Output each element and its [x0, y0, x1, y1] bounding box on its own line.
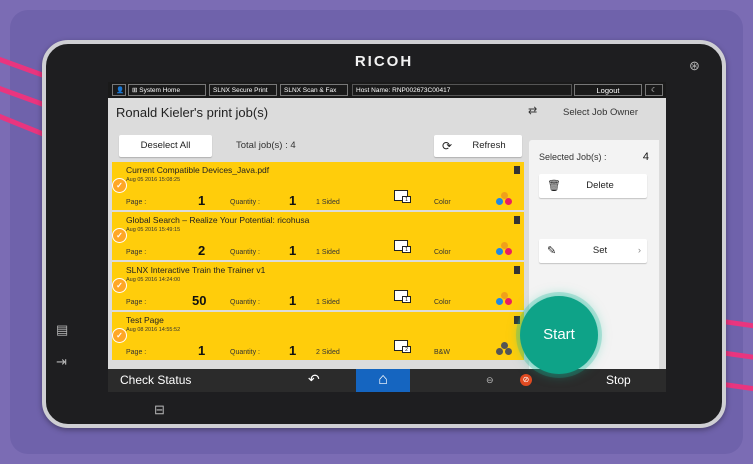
page-label: Page :: [126, 199, 147, 206]
refresh-icon: ⟳: [442, 139, 453, 153]
job-row[interactable]: ✓ SLNX Interactive Train the Trainer v1 …: [112, 262, 524, 310]
color-mode: Color: [434, 199, 451, 206]
set-button[interactable]: ✎ Set ›: [539, 239, 647, 263]
quantity-value: 1: [289, 343, 297, 358]
page-icon: 1: [402, 296, 411, 303]
chevron-right-icon: ›: [637, 245, 641, 256]
check-icon[interactable]: ✓: [112, 178, 127, 193]
color-dots-icon: [496, 242, 514, 256]
tray-icon[interactable]: ⊟: [154, 402, 165, 418]
job-row[interactable]: ✓ Current Compatible Devices_Java.pdf Au…: [112, 162, 524, 210]
deselect-all-button[interactable]: Deselect All: [119, 135, 212, 157]
select-owner-button[interactable]: Select Job Owner: [563, 107, 638, 118]
bottom-bar: Check Status ↶ ⌂ ⊖ ⊘ Stop: [108, 369, 666, 392]
page-icon: 2: [402, 346, 411, 353]
logout-button[interactable]: Logout: [574, 84, 642, 96]
sides-label: 1 Sided: [316, 249, 340, 256]
counter-icon[interactable]: ▤: [56, 322, 68, 338]
selected-jobs-count: 4: [642, 151, 649, 163]
sides-label: 1 Sided: [316, 199, 340, 206]
back-icon[interactable]: ↶: [308, 371, 320, 388]
secure-print-tab[interactable]: SLNX Secure Print: [209, 84, 277, 96]
trash-bin-icon: [514, 266, 520, 274]
job-name: Current Compatible Devices_Java.pdf: [126, 165, 270, 175]
quantity-value: 1: [289, 243, 297, 258]
quantity-label: Quantity :: [230, 349, 260, 356]
trash-bin-icon: [514, 216, 520, 224]
job-name: SLNX Interactive Train the Trainer v1: [126, 265, 266, 275]
refresh-label: Refresh: [472, 140, 506, 151]
refresh-button[interactable]: ⟳ Refresh: [434, 135, 522, 157]
scan-fax-tab[interactable]: SLNX Scan & Fax: [280, 84, 348, 96]
job-date: Aug 05 2016 15:49:15: [126, 227, 181, 233]
quantity-label: Quantity :: [230, 249, 260, 256]
page-count: 1: [198, 193, 206, 208]
data-icon: ⊖: [486, 375, 494, 385]
trash-bin-icon: [514, 316, 520, 324]
login-icon[interactable]: ⇥: [56, 354, 67, 370]
system-home-button[interactable]: ⊞ System Home: [128, 84, 206, 96]
page-label: Page :: [126, 299, 147, 306]
quantity-value: 1: [289, 293, 297, 308]
page-count: 50: [192, 293, 207, 308]
page-label: Page :: [126, 249, 147, 256]
system-home-label: System Home: [139, 87, 181, 94]
page-title: Ronald Kieler's print job(s): [116, 105, 269, 120]
job-date: Aug 05 2016 14:24:00: [126, 277, 181, 283]
job-list: ✓ Current Compatible Devices_Java.pdf Au…: [112, 162, 524, 362]
color-dots-icon: [496, 292, 514, 306]
page-icon: 1: [402, 246, 411, 253]
check-status-button[interactable]: Check Status: [120, 373, 191, 387]
bw-dots-icon: [496, 342, 514, 356]
sides-label: 2 Sided: [316, 349, 340, 356]
check-icon[interactable]: ✓: [112, 228, 127, 243]
home-icon[interactable]: ⌂: [356, 369, 410, 392]
edit-icon: ✎: [547, 245, 557, 257]
trash-icon: 🗑: [547, 180, 561, 192]
swap-owner-icon[interactable]: ⇄: [528, 104, 537, 117]
stop-icon[interactable]: ⊘: [520, 374, 532, 386]
page-count: 1: [198, 343, 206, 358]
color-mode: B&W: [434, 349, 450, 356]
start-button[interactable]: Start: [520, 296, 598, 374]
page-icon: 1: [402, 196, 411, 203]
quantity-label: Quantity :: [230, 199, 260, 206]
brand-logo: RICOH: [354, 53, 414, 70]
delete-button[interactable]: 🗑 Delete: [539, 174, 647, 198]
total-jobs: Total job(s) : 4: [236, 140, 296, 151]
job-date: Aug 08 2016 14:55:52: [126, 327, 181, 333]
job-row[interactable]: ✓ Test Page Aug 08 2016 14:55:52 Page : …: [112, 312, 524, 360]
page-count: 2: [198, 243, 206, 258]
check-icon[interactable]: ✓: [112, 278, 127, 293]
printer-panel: RICOH ⊛ ▤ ⇥ ⊟ 👤 ⊞ System Home SLNX Secur…: [42, 40, 726, 428]
trash-bin-icon: [514, 166, 520, 174]
quantity-label: Quantity :: [230, 299, 260, 306]
check-icon[interactable]: ✓: [112, 328, 127, 343]
quantity-value: 1: [289, 193, 297, 208]
grid-icon: ⊞: [132, 87, 138, 94]
delete-label: Delete: [586, 180, 614, 191]
selected-jobs-label: Selected Job(s) :: [539, 152, 607, 162]
job-row[interactable]: ✓ Global Search – Realize Your Potential…: [112, 212, 524, 260]
sides-label: 1 Sided: [316, 299, 340, 306]
page-label: Page :: [126, 349, 147, 356]
user-icon[interactable]: 👤: [112, 84, 126, 96]
host-name: Host Name: RNP002673C00417: [352, 84, 572, 96]
moon-icon[interactable]: ☾: [645, 84, 663, 96]
job-name: Test Page: [126, 315, 164, 325]
color-mode: Color: [434, 299, 451, 306]
color-dots-icon: [496, 192, 514, 206]
set-label: Set: [592, 245, 608, 256]
job-name: Global Search – Realize Your Potential: …: [126, 215, 310, 225]
color-mode: Color: [434, 249, 451, 256]
stop-button[interactable]: Stop: [606, 373, 631, 387]
power-icon[interactable]: ⊛: [689, 58, 700, 74]
top-bar: 👤 ⊞ System Home SLNX Secure Print SLNX S…: [108, 82, 666, 98]
job-date: Aug 05 2016 15:08:25: [126, 177, 181, 183]
